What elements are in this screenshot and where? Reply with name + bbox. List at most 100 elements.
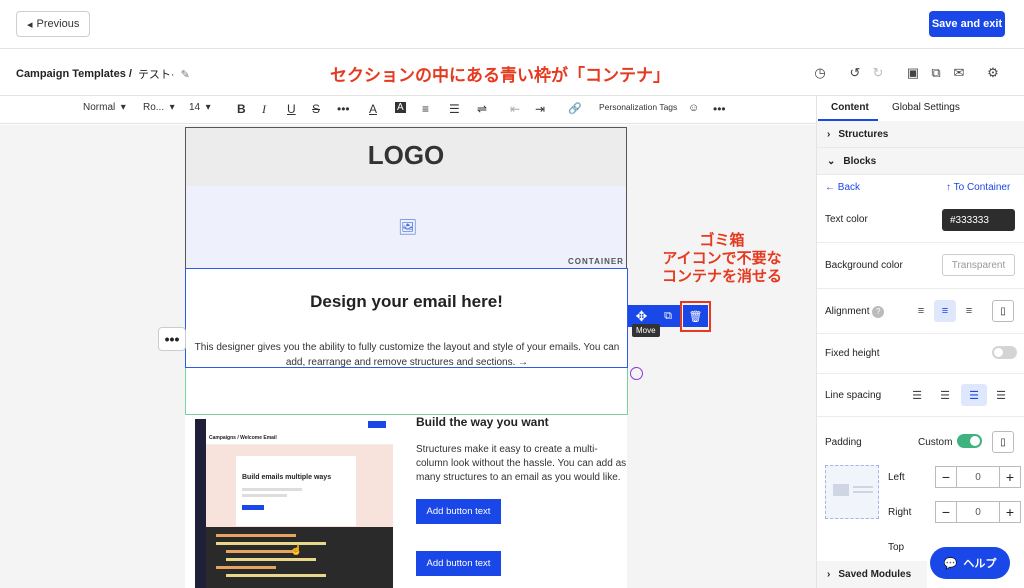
saved-modules-row[interactable]: › Saved Modules <box>817 561 927 588</box>
text-color-input[interactable]: #333333 <box>942 209 1015 231</box>
padding-mode-label: Custom <box>918 437 953 448</box>
arrow-up-icon: ↑ <box>946 182 951 193</box>
align-center-icon[interactable]: ≡ <box>934 300 956 322</box>
line-spacing-label: Line spacing <box>825 390 882 401</box>
container-options-button[interactable]: ••• <box>158 327 186 351</box>
back-link[interactable]: ← Back <box>825 182 860 193</box>
emoji-icon[interactable]: ☺ <box>688 102 699 114</box>
padding-label: Padding <box>825 437 862 448</box>
minus-icon[interactable]: − <box>935 466 957 488</box>
redo-icon[interactable]: ↻ <box>870 65 886 81</box>
align-right-icon[interactable]: ≡ <box>958 300 980 322</box>
alignment-label: Alignment ? <box>825 306 885 318</box>
divider <box>817 416 1024 417</box>
preview-sidebar <box>195 419 206 588</box>
padding-custom-toggle[interactable] <box>957 434 982 448</box>
preview-header: Campaigns / Welcome Email <box>209 435 277 441</box>
align-left-icon[interactable]: ≡ <box>910 300 932 322</box>
chat-icon: 💬 <box>943 557 958 570</box>
add-button-2[interactable]: Add button text <box>416 551 501 576</box>
plus-icon[interactable]: + <box>999 466 1021 488</box>
text-color-icon[interactable]: A <box>369 102 377 116</box>
plus-icon[interactable]: + <box>999 501 1021 523</box>
preview-button <box>242 505 264 510</box>
size-select[interactable]: 14 ▾ <box>189 102 211 113</box>
tab-content[interactable]: Content <box>831 102 869 113</box>
padding-right-stepper[interactable]: − 0 + <box>935 501 1021 523</box>
padding-preview-line <box>853 486 873 488</box>
preview-code-line <box>216 534 296 537</box>
italic-icon[interactable]: I <box>262 102 266 117</box>
padding-left-value[interactable]: 0 <box>957 466 999 488</box>
preview-icon[interactable]: ⧉ <box>928 65 944 81</box>
trash-icon[interactable]: 🗑 <box>683 305 708 327</box>
divider <box>817 333 1024 334</box>
link-icon[interactable]: 🔗 <box>568 102 582 115</box>
padding-preview-line <box>853 491 873 493</box>
move-tooltip: Move <box>632 324 660 337</box>
image-icon: 🖼 <box>398 219 418 236</box>
design-heading[interactable]: Design your email here! <box>185 292 628 312</box>
bg-color-label: Background color <box>825 260 903 271</box>
mobile-padding-icon[interactable]: ▯ <box>992 431 1014 453</box>
code-icon[interactable]: ▣ <box>905 65 921 81</box>
padding-top-label: Top <box>888 542 905 553</box>
wrap-icon[interactable]: ⇌ <box>477 102 487 116</box>
indent-icon[interactable]: ⇥ <box>535 102 545 116</box>
underline-icon[interactable]: U <box>287 102 296 116</box>
list-icon[interactable]: ☰ <box>449 102 460 116</box>
line-spacing-medium-icon[interactable]: ☰ <box>961 384 987 406</box>
more-icon[interactable]: ••• <box>337 102 350 116</box>
strikethrough-icon[interactable]: S <box>312 102 320 116</box>
send-test-icon[interactable]: ✉ <box>951 65 967 81</box>
padding-left-stepper[interactable]: − 0 + <box>935 466 1021 488</box>
chevron-left-icon: ◂ <box>27 18 33 31</box>
fixed-height-toggle[interactable] <box>992 346 1017 359</box>
history-icon[interactable]: ◷ <box>812 65 828 81</box>
build-heading[interactable]: Build the way you want <box>416 415 549 429</box>
preview-code-line <box>216 566 276 569</box>
line-spacing-normal-icon[interactable]: ☰ <box>934 384 956 406</box>
breadcrumb-root[interactable]: Campaign Templates / <box>16 68 132 80</box>
save-and-exit-button[interactable]: Save and exit <box>929 11 1005 37</box>
mobile-icon[interactable]: ▯ <box>992 300 1014 322</box>
font-select[interactable]: Ro... ▾ <box>143 102 175 113</box>
align-icon[interactable]: ≡ <box>422 102 429 116</box>
highlight-icon[interactable]: A <box>395 102 406 113</box>
personalization-tags[interactable]: Personalization Tags <box>599 102 677 112</box>
chevron-right-icon: › <box>827 128 831 140</box>
add-button-1[interactable]: Add button text <box>416 499 501 524</box>
preview-topbar <box>206 419 393 432</box>
cursor-icon: ☝ <box>290 545 303 556</box>
preview-line <box>242 494 287 497</box>
chevron-right-icon: › <box>827 569 831 580</box>
toolbar-more-icon[interactable]: ••• <box>713 102 726 116</box>
preview-code-line <box>226 574 326 577</box>
minus-icon[interactable]: − <box>935 501 957 523</box>
help-icon[interactable]: ? <box>872 306 885 318</box>
design-paragraph[interactable]: This designer gives you the ability to f… <box>192 340 622 370</box>
help-button[interactable]: 💬 ヘルプ <box>930 547 1010 579</box>
padding-right-value[interactable]: 0 <box>957 501 999 523</box>
annotation-side: ゴミ箱 アイコンで不要な コンテナを消せる <box>661 232 782 285</box>
outdent-icon[interactable]: ⇤ <box>510 102 520 116</box>
previous-button[interactable]: ◂ Previous <box>16 11 91 37</box>
bg-color-input[interactable]: Transparent <box>942 254 1015 276</box>
structures-row[interactable]: › Structures <box>817 121 1024 148</box>
line-spacing-large-icon[interactable]: ☰ <box>990 384 1012 406</box>
ai-assistant-icon[interactable] <box>630 367 643 380</box>
line-spacing-small-icon[interactable]: ☰ <box>906 384 928 406</box>
blocks-row[interactable]: ⌄ Blocks <box>817 148 1024 175</box>
annotation-top: セクションの中にある青い枠が「コンテナ」 <box>330 66 670 85</box>
gear-icon[interactable]: ⚙ <box>985 65 1001 81</box>
divider <box>817 373 1024 374</box>
pencil-icon[interactable]: ✎ <box>181 68 190 81</box>
tab-global-settings[interactable]: Global Settings <box>892 102 960 113</box>
bold-icon[interactable]: B <box>237 102 246 116</box>
style-select[interactable]: Normal ▾ <box>83 102 126 113</box>
undo-icon[interactable]: ↺ <box>847 65 863 81</box>
build-paragraph[interactable]: Structures make it easy to create a mult… <box>416 443 632 485</box>
text-color-label: Text color <box>825 214 868 225</box>
preview-code-line <box>226 558 316 561</box>
to-container-link[interactable]: ↑ To Container <box>946 182 1010 193</box>
